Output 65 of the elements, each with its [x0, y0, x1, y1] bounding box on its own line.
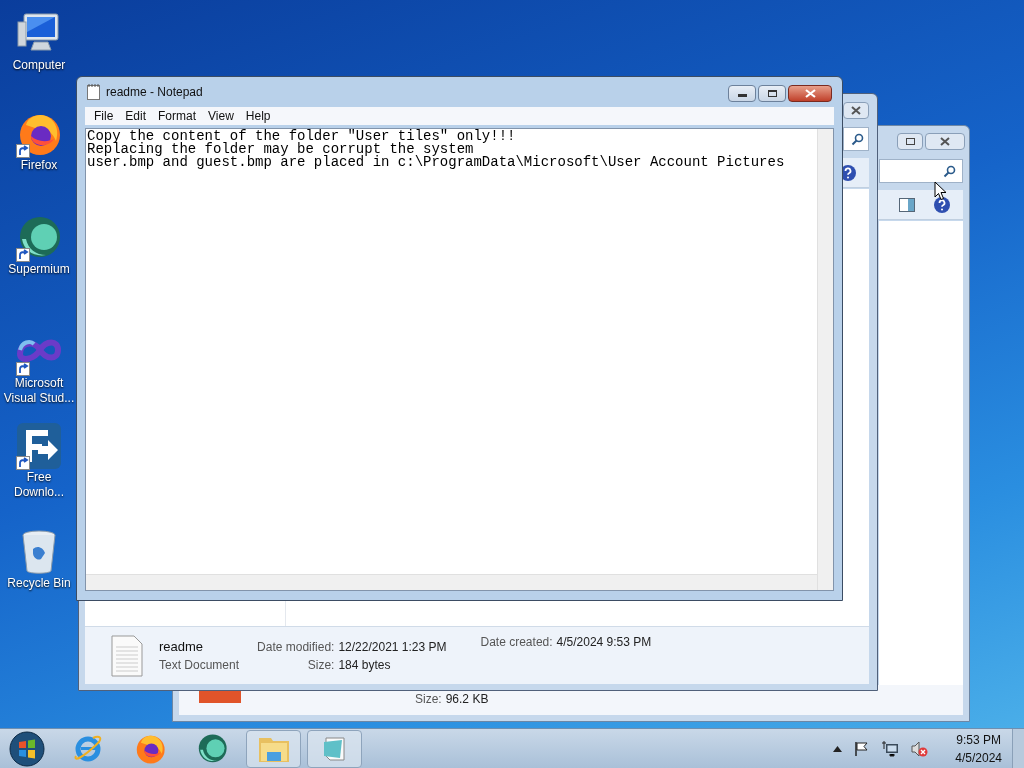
close-button[interactable]: [925, 133, 965, 150]
shortcut-arrow-icon: [16, 456, 30, 470]
close-icon: [940, 137, 950, 146]
help-icon[interactable]: [933, 195, 951, 214]
close-button[interactable]: [843, 102, 869, 119]
preview-pane-icon[interactable]: [899, 197, 915, 212]
text-line: Replacing the folder may be corrupt the system: [87, 143, 474, 156]
shortcut-arrow-icon: [16, 144, 30, 158]
detail-label: Date created:: [480, 634, 553, 651]
speaker-muted-icon[interactable]: [911, 740, 930, 757]
search-field[interactable]: [843, 127, 869, 151]
close-button[interactable]: [788, 85, 832, 102]
detail-value: 12/22/2021 1:23 PM: [338, 638, 447, 656]
menu-item[interactable]: Format: [153, 107, 202, 125]
maximize-button[interactable]: [897, 133, 923, 150]
desktop-icon[interactable]: Supermium: [0, 214, 78, 277]
icon-label: Recycle Bin: [6, 576, 72, 591]
shortcut-arrow-icon: [16, 362, 30, 376]
icon-label: Free Downlo...: [13, 470, 65, 500]
network-icon[interactable]: [882, 740, 900, 757]
detail-label: Date modified:: [257, 638, 335, 656]
text-document-icon: [111, 634, 143, 677]
download-app-icon: [16, 422, 62, 470]
size-label: Size:: [415, 692, 442, 706]
show-hidden-icons-icon[interactable]: [833, 745, 843, 752]
recycle-bin-icon: [19, 529, 59, 575]
desktop-icon[interactable]: Recycle Bin: [0, 528, 78, 591]
size-value: 96.2 KB: [445, 692, 489, 706]
file-name: readme: [159, 637, 205, 656]
search-icon: [851, 132, 864, 146]
desktop-icon[interactable]: Microsoft Visual Stud...: [0, 328, 78, 406]
text-line: Copy the content of the folder "User tiles" only!!!: [87, 130, 517, 143]
menu-item[interactable]: Help: [240, 107, 276, 125]
close-icon: [804, 89, 816, 98]
window-title: readme - Notepad: [106, 84, 204, 101]
icon-label: Computer: [11, 58, 67, 73]
notepad-icon: [87, 84, 100, 100]
mouse-cursor-icon: [934, 181, 947, 201]
detail-value: 4/5/2024 9:53 PM: [556, 634, 652, 651]
desktop-icon[interactable]: Computer: [0, 10, 78, 73]
maximize-button[interactable]: [758, 85, 786, 102]
desktop-icon[interactable]: Firefox: [0, 110, 78, 173]
flag-icon[interactable]: [854, 740, 871, 757]
icon-label: Supermium: [7, 262, 71, 277]
menu-item[interactable]: View: [203, 107, 239, 125]
menu-item[interactable]: Edit: [120, 107, 152, 125]
desktop-icon[interactable]: Free Downlo...: [0, 422, 78, 500]
clock-date[interactable]: 4/5/2024: [955, 748, 1002, 767]
detail-value: 184 bytes: [338, 656, 392, 674]
supermium-icon: [196, 732, 228, 765]
shortcut-arrow-icon: [16, 248, 30, 262]
icon-label: Microsoft Visual Stud...: [2, 376, 76, 406]
menu-item[interactable]: File: [89, 107, 119, 125]
icon-label: Firefox: [19, 158, 59, 173]
text-line: user.bmp and guest.bmp are placed in c:\ProgramData\Microsoft\User Account Pictures: [87, 156, 786, 169]
clock-time[interactable]: 9:53 PM: [956, 730, 1001, 749]
search-field[interactable]: [879, 159, 963, 183]
detail-label: Size:: [306, 656, 335, 674]
file-type: Text Document: [159, 656, 240, 674]
minimize-button[interactable]: [728, 85, 756, 102]
close-icon: [851, 106, 861, 115]
start-button[interactable]: [8, 729, 46, 768]
text-area[interactable]: Copy the content of the folder "User tiles" only!!! Replacing the folder may be corrupt the system user.bmp and guest.bmp are placed in c:\ProgramData\Microsoft\User Account Pictures: [85, 128, 834, 591]
browser-icon: [73, 733, 103, 764]
search-icon: [943, 164, 956, 178]
